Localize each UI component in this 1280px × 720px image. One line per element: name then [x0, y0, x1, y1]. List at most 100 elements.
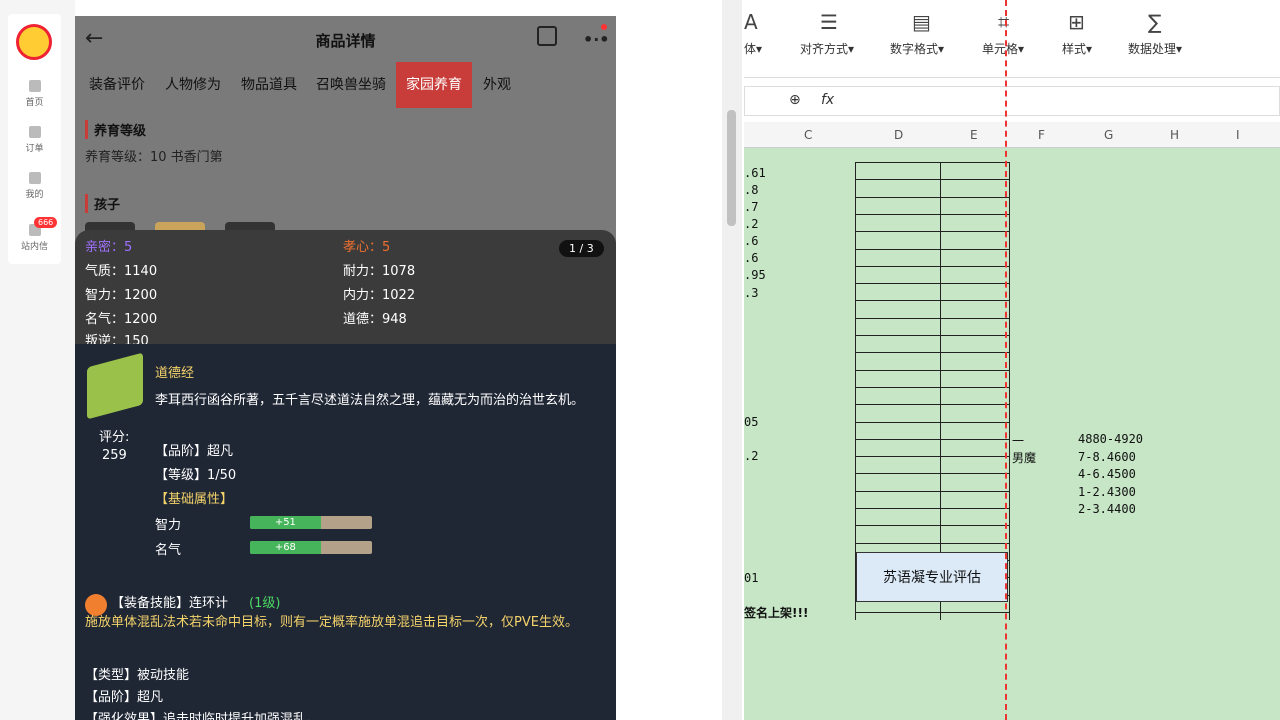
attr-bar-fill: +68	[250, 541, 321, 554]
tab-home-raise[interactable]: 家园养育	[396, 62, 472, 108]
grid-line	[855, 404, 1010, 406]
breed-level: 养育等级：10 书香门第	[85, 150, 223, 165]
grid-line	[855, 473, 1010, 475]
evaluation-cell[interactable]: 苏语凝专业评估	[856, 552, 1008, 602]
attr-bar-fill: +51	[250, 516, 321, 529]
cell[interactable]: 01	[744, 571, 758, 585]
cell[interactable]: 4880-4920	[1078, 432, 1143, 446]
col-header[interactable]: H	[1170, 128, 1179, 142]
share-icon[interactable]	[537, 26, 557, 46]
cell[interactable]: .6	[744, 251, 758, 265]
cell[interactable]: 05	[744, 415, 758, 429]
cell[interactable]: .3	[744, 286, 758, 300]
cell[interactable]: .2	[744, 449, 758, 463]
fx-icon[interactable]: fx	[821, 92, 834, 108]
score-value: 259	[102, 448, 127, 463]
tab-character[interactable]: 人物修为	[155, 62, 231, 108]
ribbon-align[interactable]: 对齐方式▾	[800, 40, 854, 57]
cell[interactable]: .2	[744, 217, 758, 231]
nav-orders[interactable]: 订单	[8, 126, 61, 154]
col-header[interactable]: G	[1104, 128, 1113, 142]
nav-home[interactable]: 首页	[8, 80, 61, 108]
grid-line	[855, 248, 1010, 250]
grid-line	[855, 611, 1010, 613]
page-title: 商品详情	[315, 32, 376, 50]
grid-line	[855, 456, 1010, 458]
attr-name: 名气	[155, 543, 182, 558]
stat-morality: 道德：948	[343, 312, 407, 327]
tab-items[interactable]: 物品道具	[231, 62, 307, 108]
grid-line	[855, 525, 1010, 527]
app-logo[interactable]	[16, 24, 52, 60]
grid-line	[855, 231, 1010, 233]
grid-line	[855, 162, 1010, 163]
left-nav: 首页 订单 我的 站内信 666	[0, 0, 75, 720]
cell[interactable]: .8	[744, 183, 758, 197]
grid-line	[855, 196, 1010, 198]
grid-line	[855, 352, 1010, 354]
style-icon: ⊞	[1068, 10, 1085, 34]
stat-fame: 名气：1200	[85, 312, 158, 327]
skill-effect: 【强化效果】追击时临时提升加强混乱。	[85, 712, 320, 720]
nav-messages[interactable]: 站内信	[8, 224, 61, 252]
zoom-icon[interactable]: ⊕	[789, 92, 801, 108]
scrollbar[interactable]	[722, 0, 742, 720]
score-label: 评分:	[99, 430, 130, 445]
top-bar: ← 商品详情 •·•	[75, 16, 616, 62]
skill-level: (1级)	[249, 596, 281, 611]
cell[interactable]: 签名上架!!!	[744, 604, 808, 621]
ribbon-toolbar: A 体▾ ☰ 对齐方式▾ ▤ 数字格式▾ ⌗ 单元格▾ ⊞ 样式▾ ∑ 数据处理…	[744, 0, 1280, 78]
stat-filial: 孝心：5	[343, 240, 391, 255]
grid-line	[855, 421, 1010, 423]
cell[interactable]: 7-8.4600	[1078, 450, 1136, 464]
item-tooltip: 道德经 李耳西行函谷所著，五千言尽述道法自然之理，蕴藏无为而治的治世玄机。 评分…	[75, 344, 616, 720]
cell[interactable]: 一	[1012, 432, 1024, 449]
col-header[interactable]: F	[1038, 128, 1045, 142]
tab-summon[interactable]: 召唤兽坐骑	[307, 62, 395, 108]
ribbon-style[interactable]: 样式▾	[1062, 40, 1092, 57]
cell[interactable]: .61	[744, 166, 766, 180]
message-badge: 666	[34, 217, 58, 228]
skill-grade: 【品阶】超凡	[85, 690, 164, 705]
skill-title: 【装备技能】连环计	[111, 596, 229, 611]
child-stats-panel: 1 / 3 亲密：5 孝心：5 气质：1140 耐力：1078 智力：1200 …	[75, 230, 616, 349]
col-header[interactable]: C	[804, 128, 812, 142]
cell[interactable]: 4-6.4500	[1078, 467, 1136, 481]
stat-inner-power: 内力：1022	[343, 288, 416, 303]
cell-icon: ⌗	[998, 10, 1010, 34]
ribbon-data[interactable]: 数据处理▾	[1128, 40, 1182, 57]
grid-line	[855, 508, 1010, 509]
col-header[interactable]: I	[1236, 128, 1240, 142]
nav-mine[interactable]: 我的	[8, 172, 61, 200]
cell[interactable]: 男魔	[1012, 449, 1036, 466]
formula-bar[interactable]: ⊕ fx	[744, 86, 1280, 116]
cell[interactable]: .95	[744, 268, 766, 282]
stat-endurance: 耐力：1078	[343, 264, 416, 279]
cell[interactable]: .6	[744, 234, 758, 248]
base-attr-heading: 【基础属性】	[155, 492, 234, 507]
more-icon[interactable]: •·•	[583, 30, 610, 49]
grid-line	[855, 335, 1010, 336]
kids-heading: 孩子	[85, 194, 120, 213]
tab-appearance[interactable]: 外观	[473, 62, 521, 108]
cell[interactable]: .7	[744, 200, 758, 214]
ribbon-font[interactable]: 体▾	[744, 40, 762, 57]
cell[interactable]: 1-2.4300	[1078, 485, 1136, 499]
cell[interactable]: 2-3.4400	[1078, 502, 1136, 516]
scrollbar-thumb[interactable]	[727, 110, 736, 226]
user-icon	[28, 172, 41, 184]
product-detail-panel: ← 商品详情 •·• 装备评价 人物修为 物品道具 召唤兽坐骑 家园养育 外观 …	[75, 16, 616, 720]
ribbon-cell[interactable]: 单元格▾	[982, 40, 1024, 57]
tab-equipment[interactable]: 装备评价	[79, 62, 155, 108]
sum-icon: ∑	[1148, 10, 1162, 34]
ribbon-number-format[interactable]: 数字格式▾	[890, 40, 944, 57]
col-header[interactable]: D	[894, 128, 903, 142]
page-break-line	[1005, 0, 1007, 720]
stat-intimacy: 亲密：5	[85, 240, 133, 255]
item-desc: 李耳西行函谷所著，五千言尽述道法自然之理，蕴藏无为而治的治世玄机。	[155, 393, 585, 408]
align-icon: ☰	[820, 10, 838, 34]
col-header[interactable]: E	[970, 128, 978, 142]
stat-temperament: 气质：1140	[85, 264, 158, 279]
home-icon	[28, 80, 41, 92]
attr-bar: +68	[250, 541, 372, 554]
